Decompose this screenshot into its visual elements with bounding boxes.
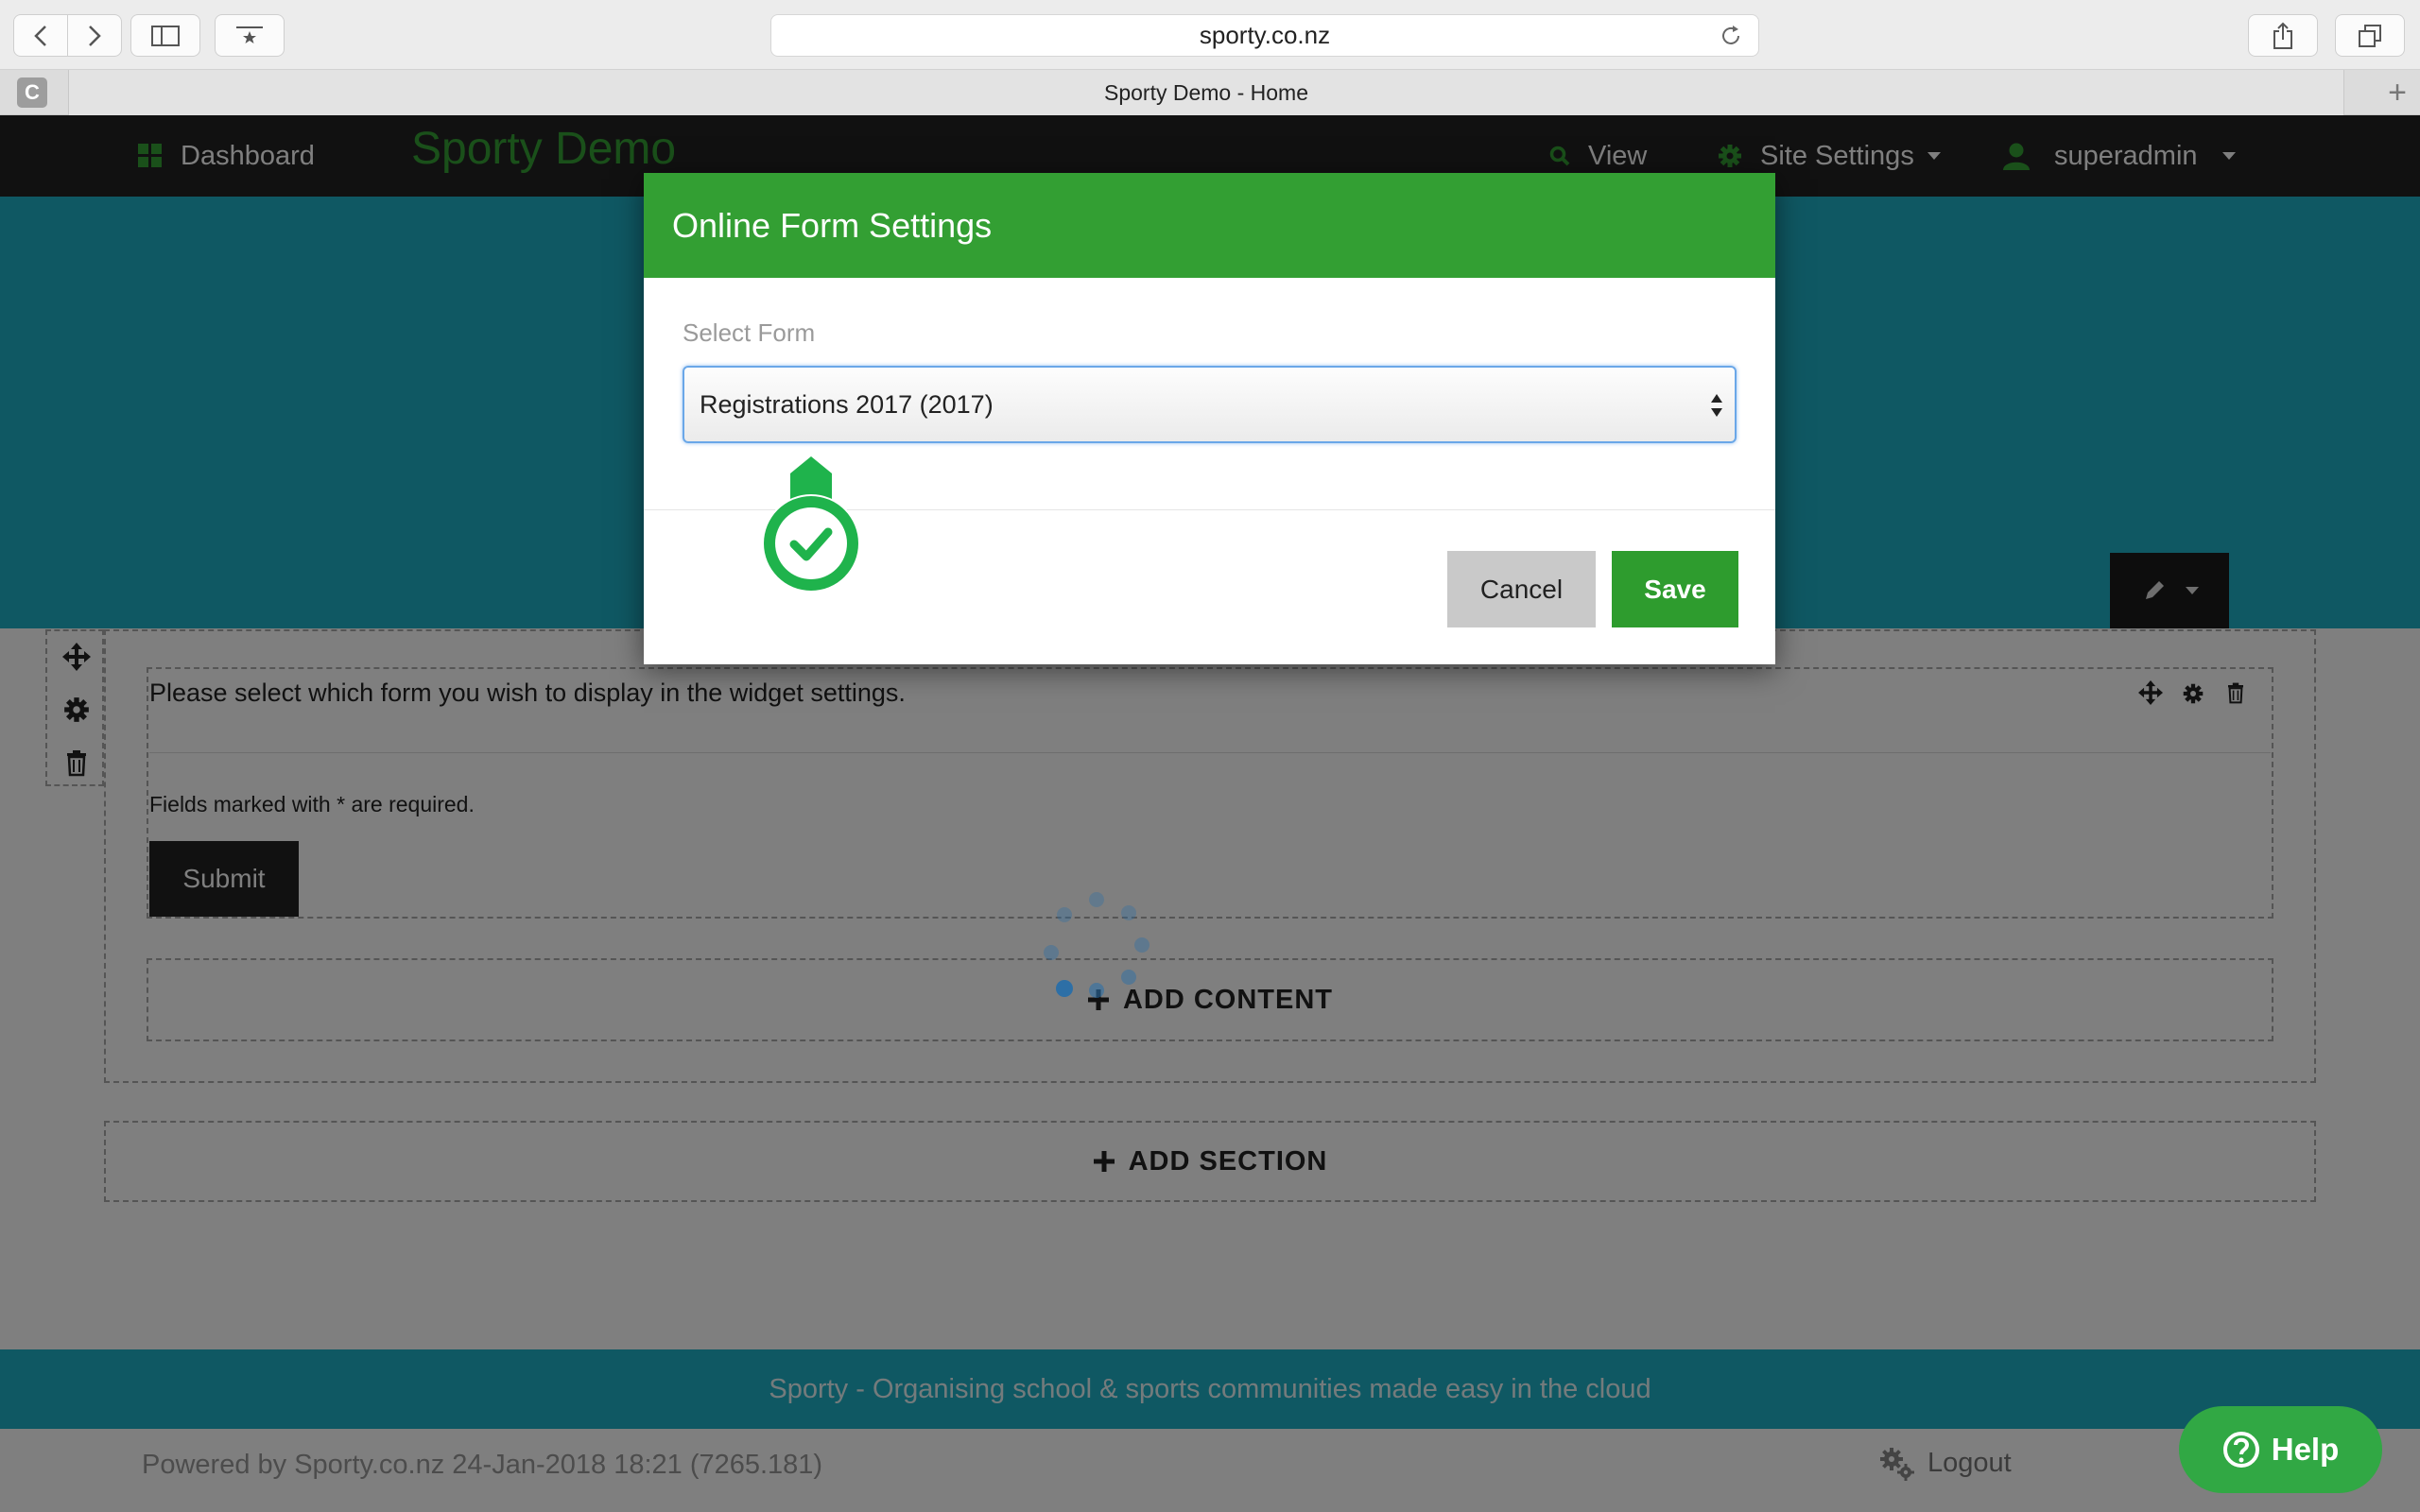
- step-complete-marker-icon: [762, 456, 860, 593]
- select-form-dropdown[interactable]: Registrations 2017 (2017): [683, 366, 1737, 443]
- share-icon: [2273, 22, 2292, 49]
- share-button[interactable]: [2248, 14, 2318, 57]
- save-button[interactable]: Save: [1612, 551, 1738, 627]
- help-label: Help: [2271, 1432, 2340, 1467]
- back-button[interactable]: [13, 14, 68, 57]
- question-circle-icon: [2222, 1432, 2259, 1468]
- help-button[interactable]: Help: [2179, 1406, 2382, 1493]
- address-bar[interactable]: sporty.co.nz: [770, 14, 1759, 57]
- browser-toolbar: sporty.co.nz: [0, 0, 2420, 70]
- modal-title: Online Form Settings: [644, 173, 1775, 278]
- select-arrows-icon: [1711, 394, 1722, 417]
- new-tab-button[interactable]: +: [2375, 70, 2420, 115]
- chevron-right-icon: [89, 25, 101, 46]
- cancel-button[interactable]: Cancel: [1447, 551, 1596, 627]
- chevron-left-icon: [34, 25, 46, 46]
- sidebar-button[interactable]: [130, 14, 200, 57]
- tab-active[interactable]: Sporty Demo - Home: [68, 70, 2344, 115]
- star-icon: [236, 26, 263, 43]
- tab-favicon: C: [17, 77, 47, 108]
- tab-bar: C Sporty Demo - Home +: [0, 70, 2420, 115]
- tabs-icon: [2359, 24, 2381, 47]
- select-form-label: Select Form: [683, 318, 816, 347]
- sidebar-icon: [151, 25, 180, 46]
- bookmarks-button[interactable]: [215, 14, 285, 57]
- reload-icon[interactable]: [1719, 24, 1743, 48]
- tabs-overview-button[interactable]: [2335, 14, 2405, 57]
- select-form-value: Registrations 2017 (2017): [700, 389, 994, 419]
- forward-button[interactable]: [67, 14, 122, 57]
- loading-spinner-icon: [1044, 892, 1150, 998]
- url-text: sporty.co.nz: [1199, 21, 1331, 49]
